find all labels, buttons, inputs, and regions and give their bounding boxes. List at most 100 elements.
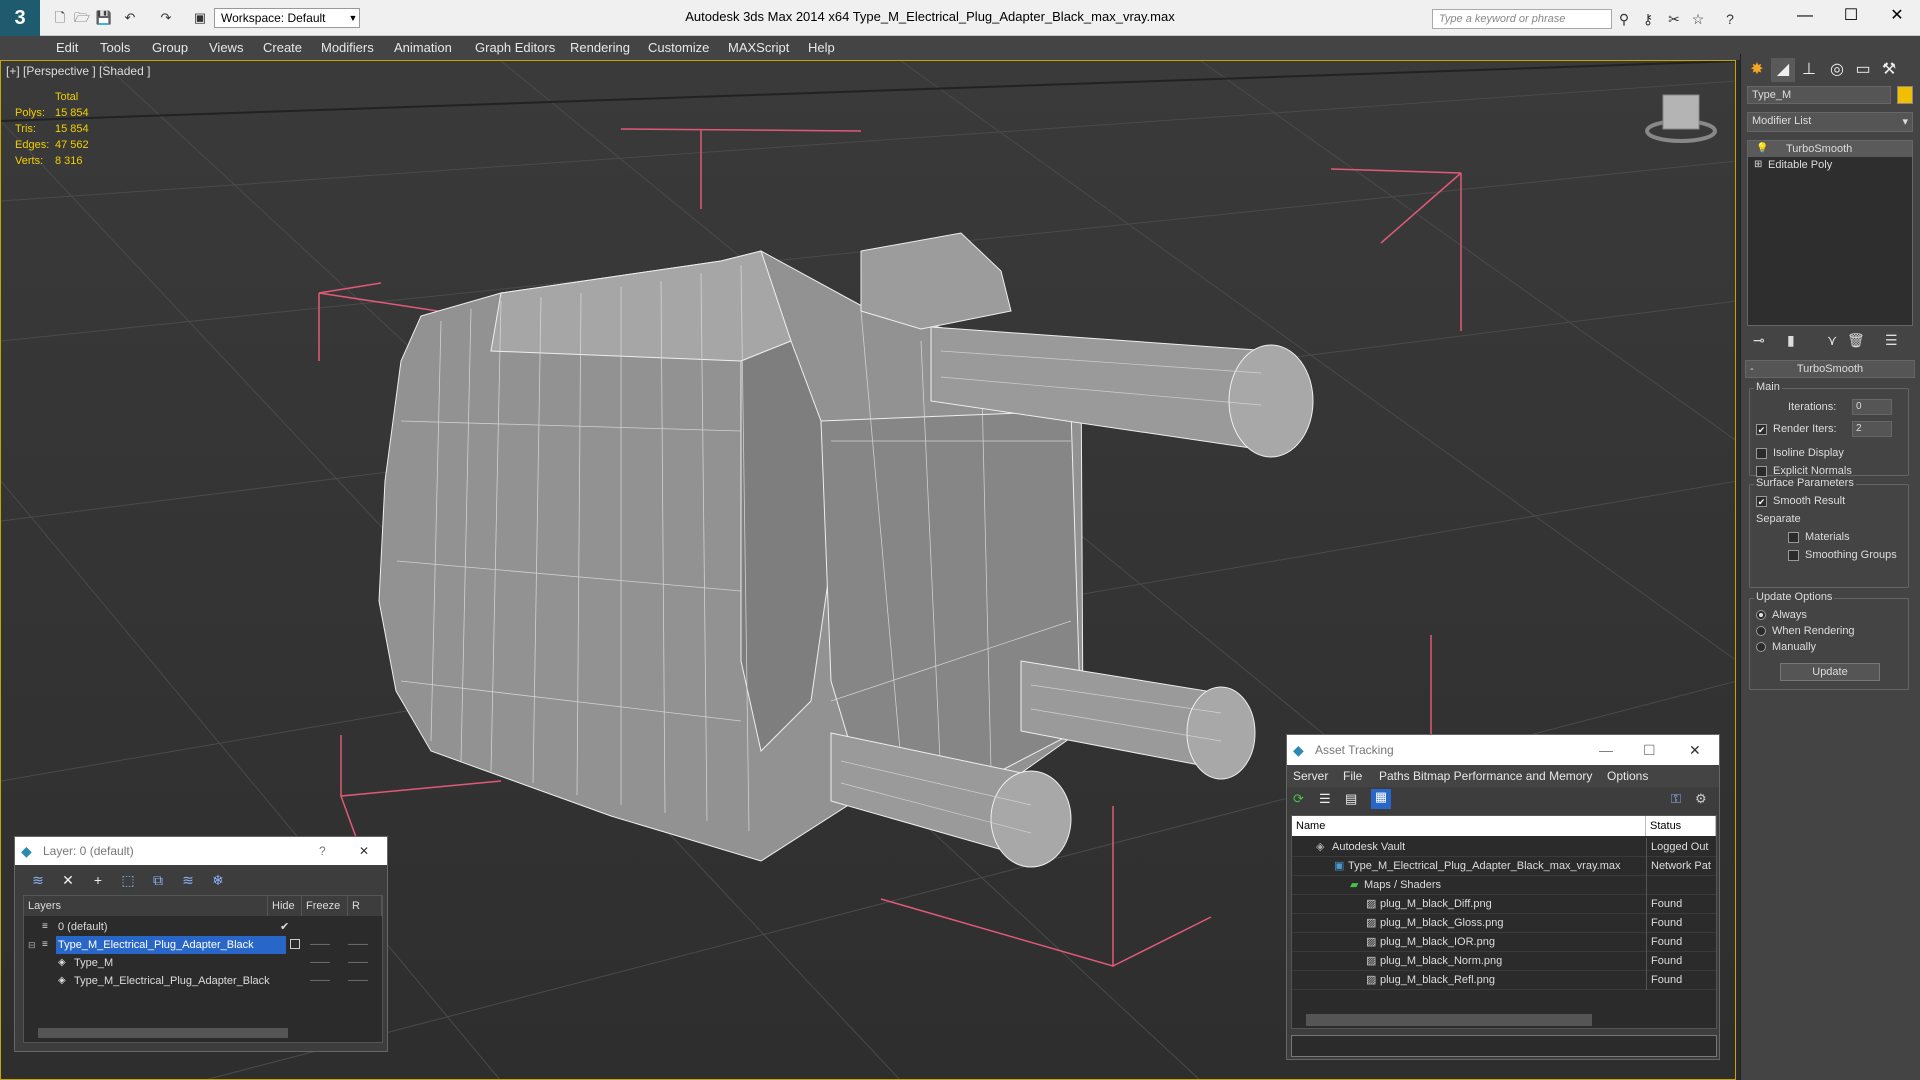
minimize-button[interactable]: — (1599, 735, 1613, 765)
column-status[interactable]: Status (1646, 816, 1716, 836)
remove-modifier-icon[interactable]: 🗑 (1847, 332, 1865, 349)
menu-file[interactable]: File (1343, 765, 1362, 787)
table-view-icon[interactable]: ▦ (1371, 789, 1391, 809)
modifier-list-dropdown[interactable]: Modifier List ▾ (1747, 112, 1913, 132)
project-folder-icon[interactable]: ▣ (190, 8, 210, 28)
explicit-normals-checkbox[interactable]: Explicit Normals (1756, 465, 1852, 477)
rollout-header-turbosmooth[interactable]: - TurboSmooth (1745, 360, 1915, 378)
menu-help[interactable]: Help (808, 36, 835, 60)
select-objects-icon[interactable]: ⬚ (117, 869, 139, 891)
close-button[interactable]: ✕ (1874, 0, 1920, 32)
menu-graph-editors[interactable]: Graph Editors (475, 36, 555, 60)
horizontal-scrollbar[interactable] (38, 1028, 288, 1038)
asset-row[interactable]: ▨ plug_M_black_Norm.png Found (1292, 952, 1716, 971)
save-file-icon[interactable]: 💾 (94, 8, 114, 28)
close-button[interactable]: ✕ (359, 837, 369, 865)
isoline-display-checkbox[interactable]: Isoline Display (1756, 447, 1844, 459)
new-layer-icon[interactable]: ≋ (27, 869, 49, 891)
object-color-swatch[interactable] (1897, 86, 1913, 104)
freeze-all-icon[interactable]: ❄ (207, 869, 229, 891)
menu-views[interactable]: Views (209, 36, 243, 60)
add-to-layer-icon[interactable]: + (87, 869, 109, 891)
search-input[interactable]: Type a keyword or phrase (1432, 9, 1612, 29)
manually-radio[interactable]: Manually (1756, 641, 1816, 653)
redo-icon[interactable]: ↷ (156, 8, 176, 28)
render-iters-spinner[interactable]: 2 (1852, 421, 1892, 437)
lightbulb-icon[interactable]: 💡 (1756, 141, 1768, 157)
asset-row[interactable]: ▨ plug_M_black_Refl.png Found (1292, 971, 1716, 990)
stack-item-turbosmooth[interactable]: 💡 TurboSmooth (1748, 141, 1912, 157)
iterations-spinner[interactable]: 0 (1852, 399, 1892, 415)
thumbnail-view-icon[interactable]: ▤ (1345, 791, 1357, 807)
undo-icon[interactable]: ↶ (120, 8, 140, 28)
menu-edit[interactable]: Edit (56, 36, 78, 60)
viewport-label[interactable]: [+] [Perspective ] [Shaded ] (6, 64, 150, 78)
menu-maxscript[interactable]: MAXScript (728, 36, 789, 60)
list-view-icon[interactable]: ☰ (1319, 791, 1331, 807)
asset-path-field[interactable] (1291, 1035, 1717, 1057)
expand-plus-icon[interactable]: ⊞ (1754, 157, 1762, 173)
column-render[interactable]: R (348, 896, 382, 916)
menu-rendering[interactable]: Rendering (570, 36, 630, 60)
show-end-result-icon[interactable]: ▮ (1787, 332, 1795, 349)
highlight-layer-icon[interactable]: ⧉ (147, 869, 169, 891)
horizontal-scrollbar[interactable] (1306, 1014, 1592, 1026)
create-tab-icon[interactable]: ✸ (1745, 58, 1769, 82)
app-logo-icon[interactable]: 3 (0, 0, 40, 36)
when-rendering-radio[interactable]: When Rendering (1756, 625, 1855, 637)
always-radio[interactable]: Always (1756, 609, 1807, 621)
smoothing-groups-checkbox[interactable]: Smoothing Groups (1788, 549, 1897, 561)
menu-customize[interactable]: Customize (648, 36, 709, 60)
motion-tab-icon[interactable]: ◎ (1825, 58, 1849, 82)
display-tab-icon[interactable]: ▭ (1851, 58, 1875, 82)
close-button[interactable]: ✕ (1689, 735, 1701, 765)
menu-create[interactable]: Create (263, 36, 302, 60)
layer-row[interactable]: ⊟ ≡ Type_M_Electrical_Plug_Adapter_Black… (24, 936, 380, 954)
column-freeze[interactable]: Freeze (302, 896, 348, 916)
menu-paths[interactable]: Paths (1379, 765, 1410, 787)
new-file-icon[interactable]: 🗋 (50, 8, 70, 28)
menu-tools[interactable]: Tools (100, 36, 130, 60)
render-iters-checkbox[interactable]: ✔ Render Iters: (1756, 423, 1837, 435)
refresh-icon[interactable]: ⟳ (1293, 791, 1304, 807)
binoculars-icon[interactable]: ⚲ (1614, 9, 1634, 29)
layer-dialog-title[interactable]: ◆ Layer: 0 (default) ? ✕ (15, 837, 387, 865)
open-file-icon[interactable]: 🗁 (72, 8, 92, 28)
asset-row[interactable]: ◈ Autodesk Vault Logged Out (1292, 838, 1716, 857)
utilities-tab-icon[interactable]: ⚒ (1877, 58, 1901, 82)
smooth-result-checkbox[interactable]: ✔ Smooth Result (1756, 495, 1845, 507)
asset-row[interactable]: ▨ plug_M_black_IOR.png Found (1292, 933, 1716, 952)
layer-row[interactable]: ≡ 0 (default) ✔ (24, 918, 380, 936)
key-icon[interactable]: ⚷ (1638, 9, 1658, 29)
collapse-icon[interactable]: ⊟ (28, 936, 36, 954)
maximize-button[interactable]: ☐ (1828, 0, 1874, 32)
object-name-field[interactable]: Type_M (1747, 86, 1891, 104)
asset-row[interactable]: ▨ plug_M_black_Gloss.png Found (1292, 914, 1716, 933)
delete-layer-icon[interactable]: ✕ (57, 869, 79, 891)
help-icon[interactable]: ? (1720, 9, 1740, 29)
layer-row[interactable]: ◈ Type_M_Electrical_Plug_Adapter_Black —… (24, 972, 380, 990)
asset-row[interactable]: ▨ plug_M_black_Diff.png Found (1292, 895, 1716, 914)
hide-all-icon[interactable]: ≋ (177, 869, 199, 891)
column-hide[interactable]: Hide (268, 896, 302, 916)
make-unique-icon[interactable]: ⋎ (1827, 332, 1837, 349)
menu-modifiers[interactable]: Modifiers (321, 36, 374, 60)
column-name[interactable]: Name (1292, 816, 1646, 836)
pin-stack-icon[interactable]: ⊸ (1753, 332, 1765, 349)
current-layer-box[interactable] (290, 939, 300, 949)
maximize-button[interactable]: ☐ (1643, 735, 1656, 765)
tools-icon[interactable]: ✂ (1664, 9, 1684, 29)
menu-server[interactable]: Server (1293, 765, 1328, 787)
chevron-down-icon[interactable]: ▼ (346, 8, 360, 28)
materials-checkbox[interactable]: Materials (1788, 531, 1850, 543)
layer-row[interactable]: ◈ Type_M —— —— (24, 954, 380, 972)
menu-options[interactable]: Options (1607, 765, 1648, 787)
column-layers[interactable]: Layers (24, 896, 268, 916)
menu-bitmap-performance[interactable]: Bitmap Performance and Memory (1413, 765, 1592, 787)
menu-group[interactable]: Group (152, 36, 188, 60)
vault-settings-icon[interactable]: ⚙ (1695, 791, 1707, 807)
hierarchy-tab-icon[interactable]: ⊥ (1797, 58, 1821, 82)
vault-login-icon[interactable]: ⚿ (1671, 791, 1681, 807)
asset-row[interactable]: ▣ Type_M_Electrical_Plug_Adapter_Black_m… (1292, 857, 1716, 876)
help-button[interactable]: ? (319, 837, 326, 865)
